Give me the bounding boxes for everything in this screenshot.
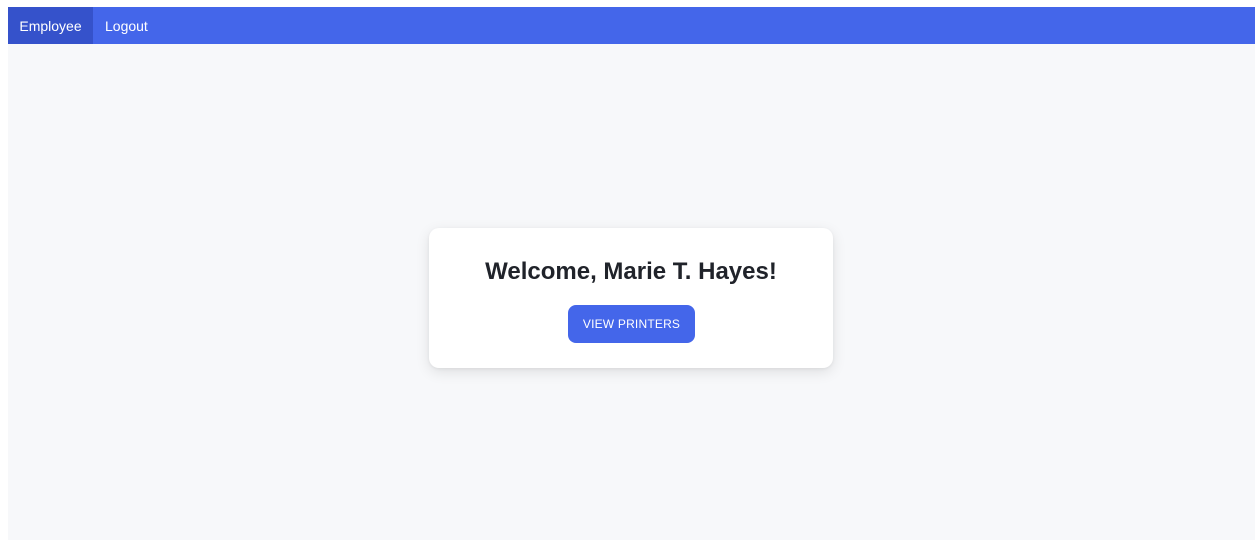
nav-item-employee[interactable]: Employee [8, 7, 93, 44]
nav-item-employee-label: Employee [19, 17, 82, 34]
nav-item-logout-label: Logout [105, 17, 148, 34]
welcome-card: Welcome, Marie T. Hayes! VIEW PRINTERS [429, 228, 833, 368]
app-frame: Employee Logout Welcome, Marie T. Hayes!… [8, 7, 1255, 540]
nav-item-logout[interactable]: Logout [93, 7, 160, 44]
top-navbar: Employee Logout [8, 7, 1255, 44]
welcome-heading: Welcome, Marie T. Hayes! [485, 258, 777, 285]
view-printers-button[interactable]: VIEW PRINTERS [568, 305, 695, 343]
